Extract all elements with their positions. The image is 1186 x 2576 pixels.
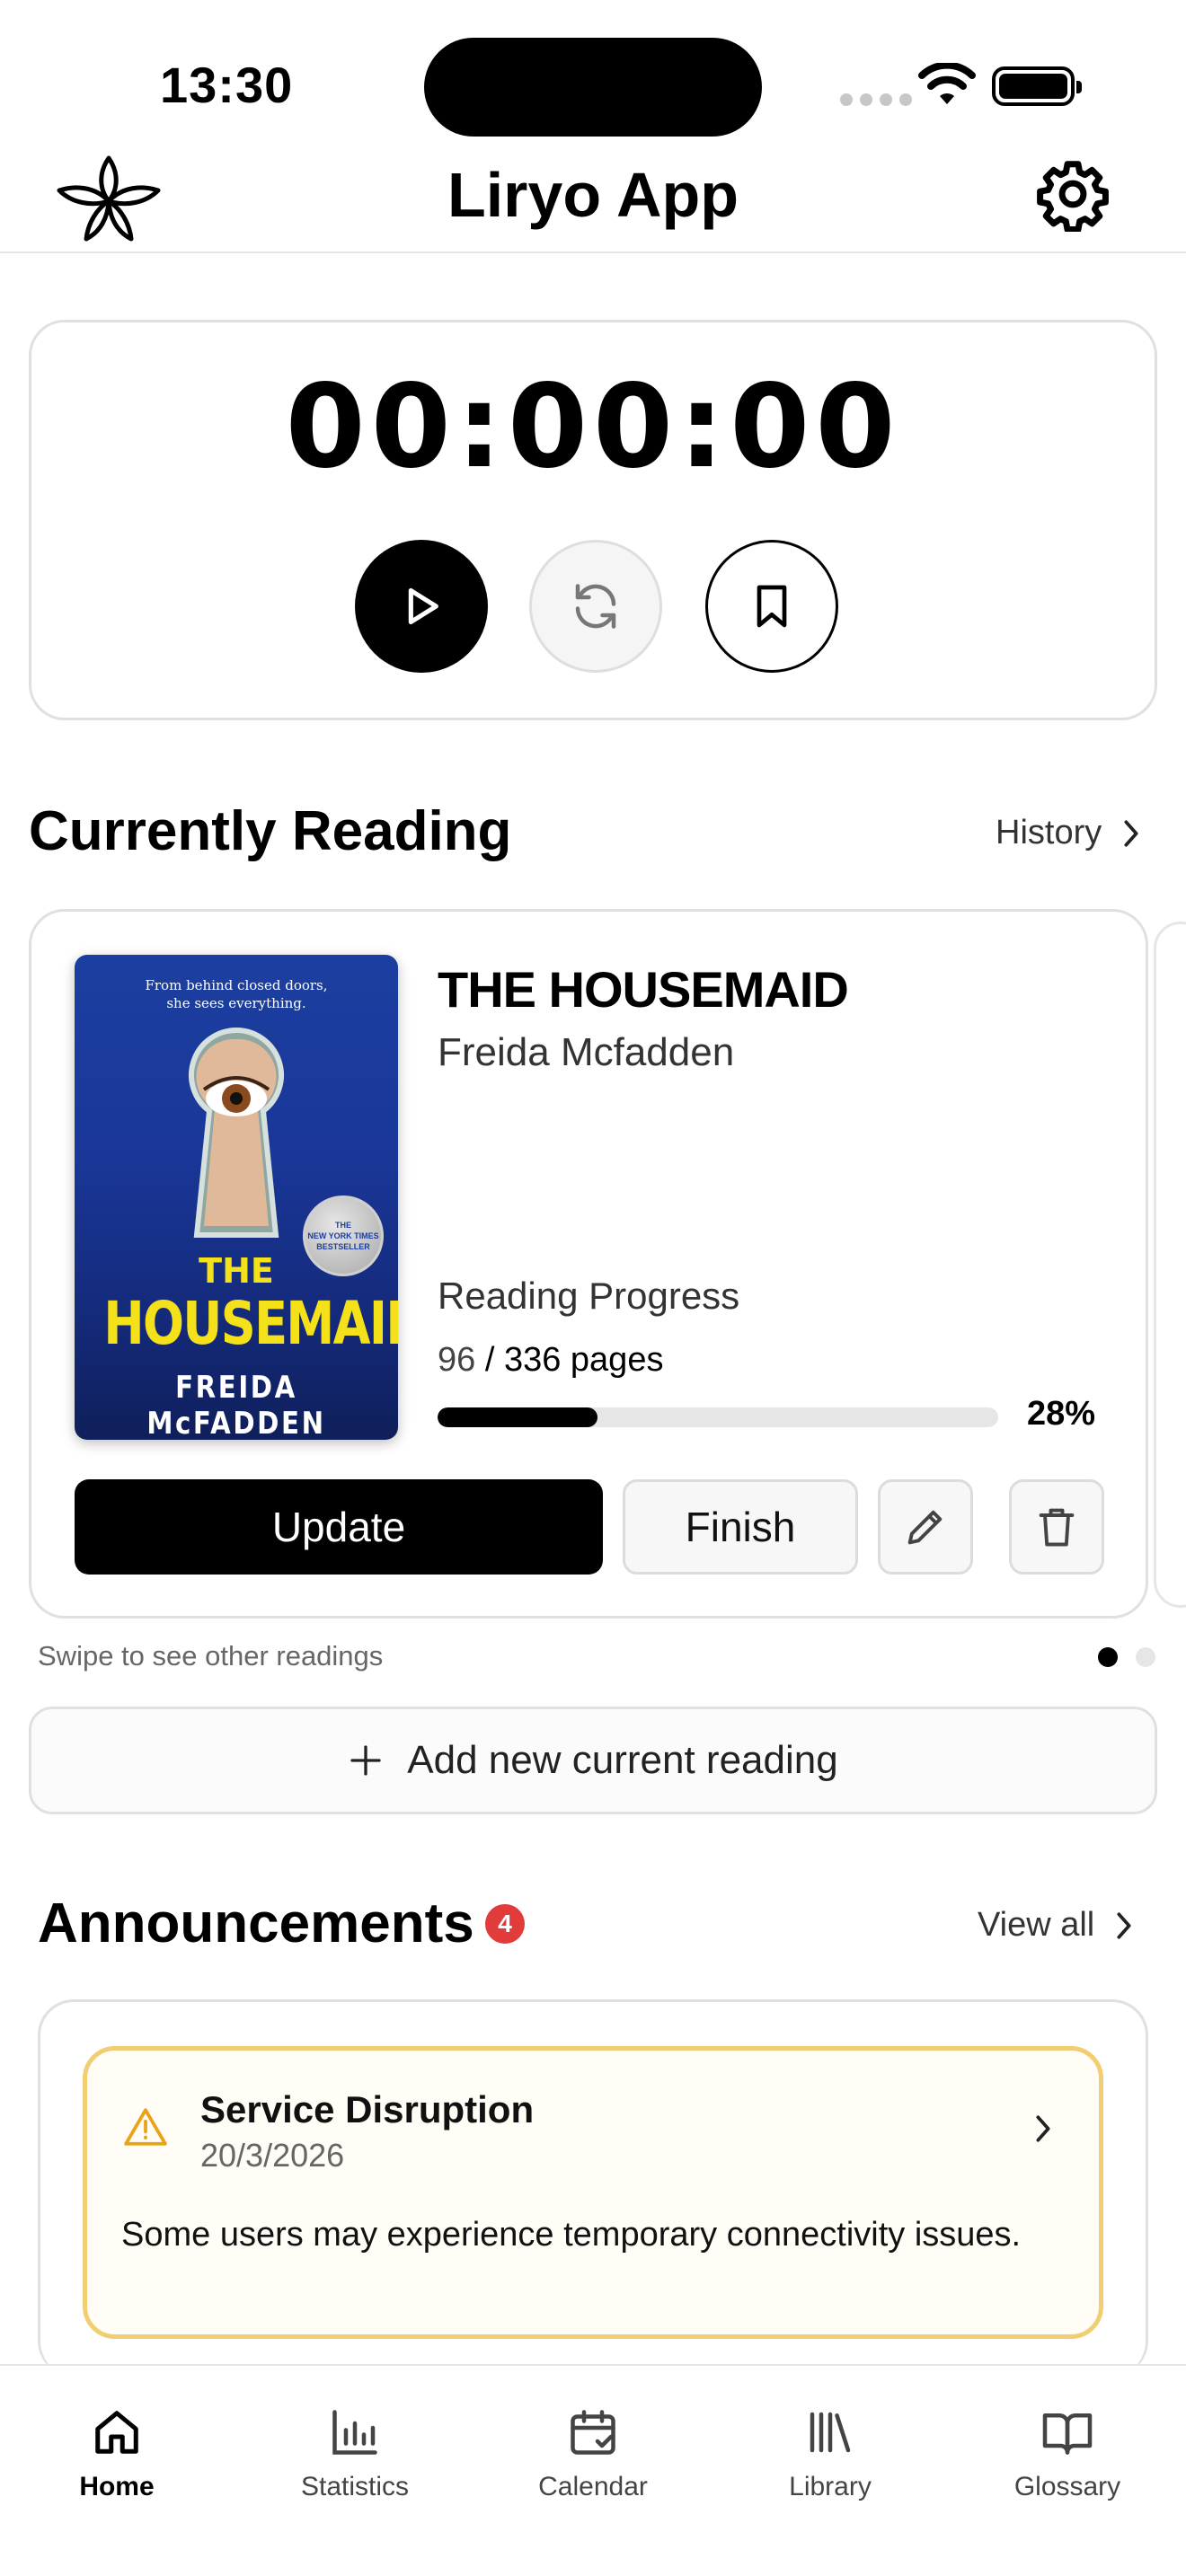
bottom-tab-bar: Home Statistics Calendar Library Glossar…: [0, 2364, 1186, 2576]
tab-label-glossary: Glossary: [1013, 2472, 1121, 2501]
book-open-icon: [1042, 2413, 1093, 2455]
currently-reading-title: Currently Reading: [29, 800, 512, 862]
page-dot-2[interactable]: [1136, 1647, 1155, 1667]
history-link[interactable]: History: [996, 814, 1143, 852]
add-current-reading-button[interactable]: Add new current reading: [29, 1707, 1157, 1814]
view-all-label: View all: [978, 1906, 1095, 1944]
history-label: History: [996, 814, 1102, 851]
library-icon: [810, 2412, 851, 2453]
play-icon: [408, 587, 438, 625]
wifi-icon: [918, 63, 976, 104]
tab-calendar[interactable]: Calendar: [503, 2391, 683, 2502]
reading-progress-label: Reading Progress: [438, 1275, 740, 1317]
bookmark-icon: [757, 585, 787, 628]
current-page: 96: [438, 1341, 476, 1379]
reset-timer-button[interactable]: [529, 540, 662, 673]
reading-card[interactable]: From behind closed doors, she sees every…: [29, 909, 1148, 1619]
chevron-right-icon: [1036, 2115, 1050, 2142]
chevron-right-icon: [1117, 1911, 1131, 1939]
bar-chart-icon: [332, 2410, 377, 2455]
tab-label-library: Library: [789, 2472, 872, 2501]
refresh-icon: [575, 584, 616, 629]
reading-timer-card: 00:00:00: [29, 320, 1157, 720]
cover-tagline: From behind closed doors, she sees every…: [145, 977, 328, 1011]
trash-icon: [1039, 1508, 1075, 1547]
update-button[interactable]: Update: [75, 1479, 603, 1575]
announcements-count-badge: 4: [485, 1904, 525, 1944]
progress-percent: 28%: [1027, 1395, 1096, 1433]
edit-button[interactable]: [878, 1479, 973, 1575]
add-current-reading-label: Add new current reading: [407, 1738, 838, 1782]
swipe-hint: Swipe to see other readings: [38, 1640, 384, 1672]
pencil-icon: [907, 1510, 943, 1545]
tab-home[interactable]: Home: [27, 2391, 207, 2502]
status-bar: 13:30: [0, 0, 1186, 153]
view-all-link[interactable]: View all: [978, 1906, 1136, 1945]
announcement-body: Some users may experience temporary conn…: [121, 2216, 1022, 2254]
progress-bar-fill: [438, 1407, 598, 1427]
app-title: Liryo App: [447, 160, 739, 230]
pages-count: 96 / 336 pages: [438, 1341, 663, 1380]
status-time: 13:30: [160, 57, 294, 113]
battery-icon: [992, 66, 1082, 106]
chevron-right-icon: [1124, 819, 1138, 847]
book-cover: From behind closed doors, she sees every…: [75, 955, 398, 1440]
next-reading-card-peek[interactable]: [1154, 922, 1186, 1608]
app-header: Liryo App: [0, 153, 1186, 253]
timer-display: 00:00:00: [285, 360, 901, 494]
cover-title-the: THE: [199, 1251, 274, 1291]
tab-label-calendar: Calendar: [538, 2472, 648, 2501]
tab-glossary[interactable]: Glossary: [978, 2391, 1157, 2502]
total-pages: / 336 pages: [475, 1341, 664, 1379]
announcement-date: 20/3/2026: [200, 2137, 345, 2174]
cover-title: HOUSEMAID: [103, 1289, 398, 1358]
dynamic-island: [424, 38, 762, 137]
book-author: Freida Mcfadden: [438, 1030, 735, 1074]
home-icon: [95, 2411, 138, 2454]
bookmark-button[interactable]: [705, 540, 838, 673]
progress-bar: [438, 1407, 998, 1427]
tab-statistics[interactable]: Statistics: [265, 2391, 445, 2502]
page-indicator[interactable]: [1098, 1647, 1155, 1667]
page-dot-1[interactable]: [1098, 1647, 1118, 1667]
cellular-signal-icon: [840, 93, 912, 106]
tab-label-home: Home: [79, 2472, 155, 2501]
cover-author: FREIDA McFADDEN: [146, 1370, 326, 1440]
book-title: THE HOUSEMAID: [438, 961, 849, 1018]
delete-button[interactable]: [1009, 1479, 1104, 1575]
tab-library[interactable]: Library: [740, 2391, 920, 2502]
plus-icon: [350, 1745, 381, 1776]
start-timer-button[interactable]: [355, 540, 488, 673]
announcements-title: Announcements: [38, 1892, 474, 1954]
announcement-item[interactable]: Service Disruption 20/3/2026 Some users …: [83, 2046, 1103, 2339]
warning-icon: [124, 2108, 167, 2146]
keyhole-eye-illustration: [189, 1027, 284, 1238]
gear-icon[interactable]: [1035, 156, 1111, 232]
calendar-icon: [571, 2410, 615, 2455]
announcement-title: Service Disruption: [200, 2088, 535, 2130]
finish-button[interactable]: Finish: [623, 1479, 858, 1575]
tab-label-statistics: Statistics: [300, 2472, 410, 2501]
